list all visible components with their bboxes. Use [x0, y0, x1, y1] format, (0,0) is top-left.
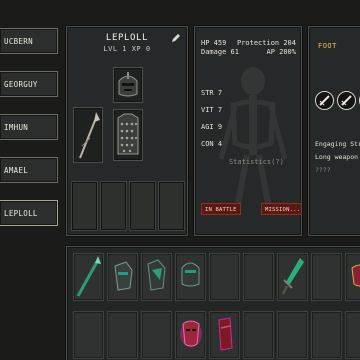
roster-list: UCBERN GEORGUY IMHUN AMAEL LEPLOLL [0, 28, 58, 243]
accessory-slot[interactable] [158, 181, 185, 231]
inventory-slot[interactable] [345, 253, 360, 301]
inventory-slot[interactable] [141, 311, 172, 359]
str-stat: STR 7 [201, 89, 223, 97]
agi-stat: AGI 9 [201, 123, 223, 131]
accessory-slot[interactable] [71, 181, 98, 231]
inventory-slot[interactable] [277, 311, 308, 359]
roster-item-ucbern[interactable]: UCBERN [0, 28, 58, 54]
damage-stat: Damage 61 [201, 48, 239, 56]
roster-item-label: LEPLOLL [4, 208, 38, 218]
roster-item-imhun[interactable]: IMHUN [0, 114, 58, 140]
ap-stat: AP 200% [266, 48, 296, 56]
mask-icon [180, 320, 202, 347]
chainmail-icon [117, 113, 139, 155]
roster-item-label: UCBERN [4, 36, 33, 46]
head-slot[interactable] [113, 67, 143, 103]
roster-item-label: AMAEL [4, 165, 29, 175]
armor-slot[interactable] [113, 109, 143, 161]
gauntlet-icon [147, 259, 166, 291]
character-panel: LEPLOLL LVL 1 XP 0 [66, 26, 188, 236]
gauntlet-icon [114, 261, 133, 291]
character-level-xp: LVL 1 XP 0 [103, 45, 151, 53]
skill-unknown: ???? [315, 166, 331, 174]
dagger-icon [282, 258, 304, 295]
inventory-slot[interactable] [311, 311, 342, 359]
mission-button[interactable]: MISSION... [261, 203, 301, 215]
skeleton-illustration [218, 67, 288, 210]
accessory-slot[interactable] [129, 181, 156, 231]
inventory-slot[interactable] [73, 311, 104, 359]
roster-item-leploll[interactable]: LEPLOLL [0, 200, 58, 226]
helmet-icon [118, 72, 138, 97]
inventory-slot[interactable] [107, 253, 138, 301]
mask-icon [351, 264, 360, 287]
inventory-slot[interactable] [73, 253, 104, 301]
spear-icon [76, 256, 101, 297]
inventory-panel [66, 246, 360, 360]
inventory-slot[interactable] [107, 311, 138, 359]
skill-name: Engaging Strik [315, 140, 360, 148]
character-name: LEPLOLL [105, 33, 149, 43]
skill-panel: FOOT Engaging Strik Long weapon ???? [308, 26, 360, 236]
inventory-slot[interactable] [345, 311, 360, 359]
roster-item-label: IMHUN [4, 122, 29, 132]
inventory-slot[interactable] [209, 253, 240, 301]
accessory-slot[interactable] [100, 181, 127, 231]
inventory-slot[interactable] [209, 311, 240, 359]
roster-item-georguy[interactable]: GEORGUY [0, 71, 58, 97]
inventory-slot[interactable] [175, 311, 206, 359]
weapon-slot[interactable] [73, 107, 103, 163]
inventory-slot[interactable] [141, 253, 172, 301]
in-battle-button[interactable]: IN BATTLE [201, 203, 241, 215]
roster-item-label: GEORGUY [4, 79, 38, 89]
sword-skill-icon[interactable] [337, 91, 356, 110]
statistics-link[interactable]: Statistics(?) [229, 158, 284, 166]
bracer-icon [218, 317, 233, 351]
inventory-slot[interactable] [243, 253, 274, 301]
skill-panel-header: FOOT [318, 42, 337, 50]
roster-item-amael[interactable]: AMAEL [0, 157, 58, 183]
spear-icon [79, 112, 100, 159]
inventory-slot[interactable] [311, 253, 342, 301]
vit-stat: VIT 7 [201, 106, 223, 114]
skill-description: Long weapon [315, 153, 359, 161]
inventory-slot[interactable] [175, 253, 206, 301]
helmet-icon [181, 262, 200, 287]
inventory-slot[interactable] [243, 311, 274, 359]
protection-stat: Protection 204 [236, 39, 296, 47]
con-stat: CON 4 [201, 140, 223, 148]
inventory-slot[interactable] [277, 253, 308, 301]
pencil-icon[interactable] [171, 33, 181, 43]
stats-panel: HP 459 Protection 204 Damage 61 AP 200% … [194, 26, 302, 236]
sword-skill-icon[interactable] [315, 91, 334, 110]
hp-stat: HP 459 [201, 39, 227, 47]
